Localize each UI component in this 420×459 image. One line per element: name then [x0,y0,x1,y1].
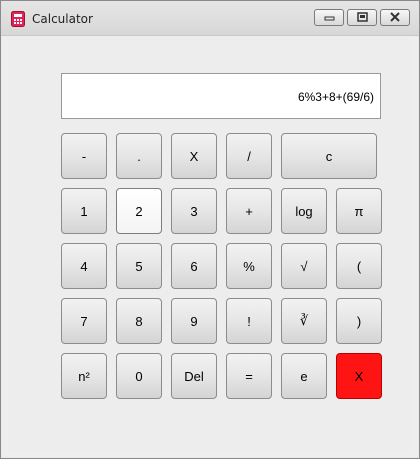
square-button[interactable]: n² [61,353,107,399]
digit-3-button[interactable]: 3 [171,188,217,234]
digit-1-button[interactable]: 1 [61,188,107,234]
digit-8-button[interactable]: 8 [116,298,162,344]
minus-button[interactable]: - [61,133,107,179]
digit-0-button[interactable]: 0 [116,353,162,399]
expression-display[interactable]: 6%3+8+(69/6) [61,73,381,119]
digit-6-button[interactable]: 6 [171,243,217,289]
multiply-button[interactable]: X [171,133,217,179]
calculator-window: Calculator 6%3+8+(69/6) - . X / c 1 2 3 … [0,0,420,459]
digit-9-button[interactable]: 9 [171,298,217,344]
calculator-icon [11,11,25,27]
minimize-button[interactable] [314,9,344,26]
digit-7-button[interactable]: 7 [61,298,107,344]
percent-button[interactable]: % [226,243,272,289]
log-button[interactable]: log [281,188,327,234]
expression-text: 6%3+8+(69/6) [297,90,374,104]
plus-button[interactable]: + [226,188,272,234]
digit-2-button[interactable]: 2 [116,188,162,234]
divide-button[interactable]: / [226,133,272,179]
close-icon [390,12,400,22]
delete-button[interactable]: Del [171,353,217,399]
maximize-button[interactable] [347,9,377,26]
minimize-icon [324,16,335,21]
clear-button[interactable]: c [281,133,377,179]
decimal-button[interactable]: . [116,133,162,179]
window-title: Calculator [32,12,93,26]
euler-button[interactable]: e [281,353,327,399]
square-root-button[interactable]: √ [281,243,327,289]
pi-button[interactable]: π [336,188,382,234]
restore-icon [357,12,368,22]
exit-button[interactable]: X [336,353,382,399]
close-paren-button[interactable]: ) [336,298,382,344]
equals-button[interactable]: = [226,353,272,399]
cube-root-button[interactable]: ∛ [281,298,327,344]
digit-5-button[interactable]: 5 [116,243,162,289]
close-button[interactable] [380,9,410,26]
open-paren-button[interactable]: ( [336,243,382,289]
title-bar[interactable]: Calculator [1,1,419,36]
digit-4-button[interactable]: 4 [61,243,107,289]
factorial-button[interactable]: ! [226,298,272,344]
